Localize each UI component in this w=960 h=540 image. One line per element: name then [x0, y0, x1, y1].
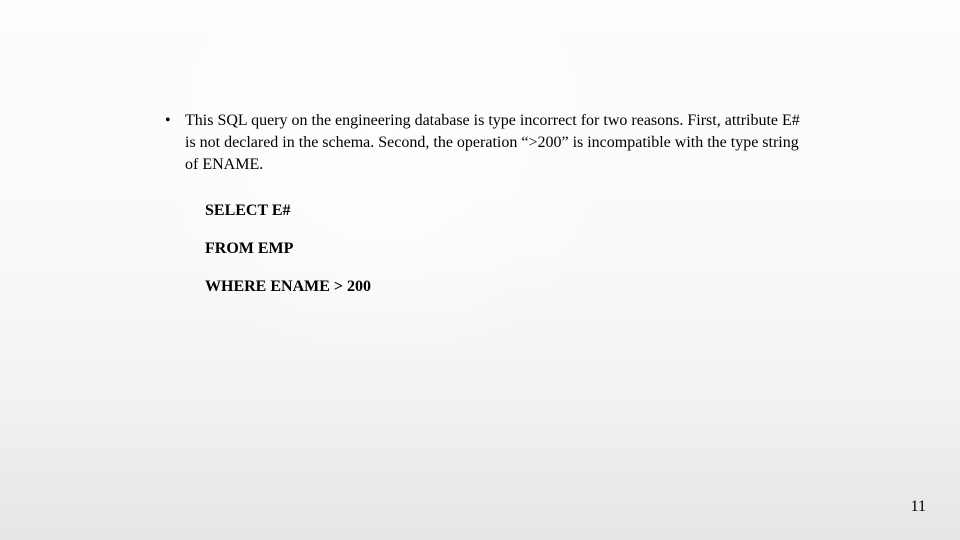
- sql-line-where: WHERE ENAME > 200: [205, 276, 805, 298]
- bullet-item: • This SQL query on the engineering data…: [165, 110, 805, 176]
- sql-line-from: FROM EMP: [205, 238, 805, 260]
- page-number: 11: [911, 498, 926, 516]
- slide-content: • This SQL query on the engineering data…: [165, 110, 805, 314]
- sql-query-block: SELECT E# FROM EMP WHERE ENAME > 200: [205, 200, 805, 298]
- sql-line-select: SELECT E#: [205, 200, 805, 222]
- bullet-text: This SQL query on the engineering databa…: [185, 110, 805, 176]
- slide: • This SQL query on the engineering data…: [0, 0, 960, 540]
- bullet-mark: •: [165, 110, 185, 132]
